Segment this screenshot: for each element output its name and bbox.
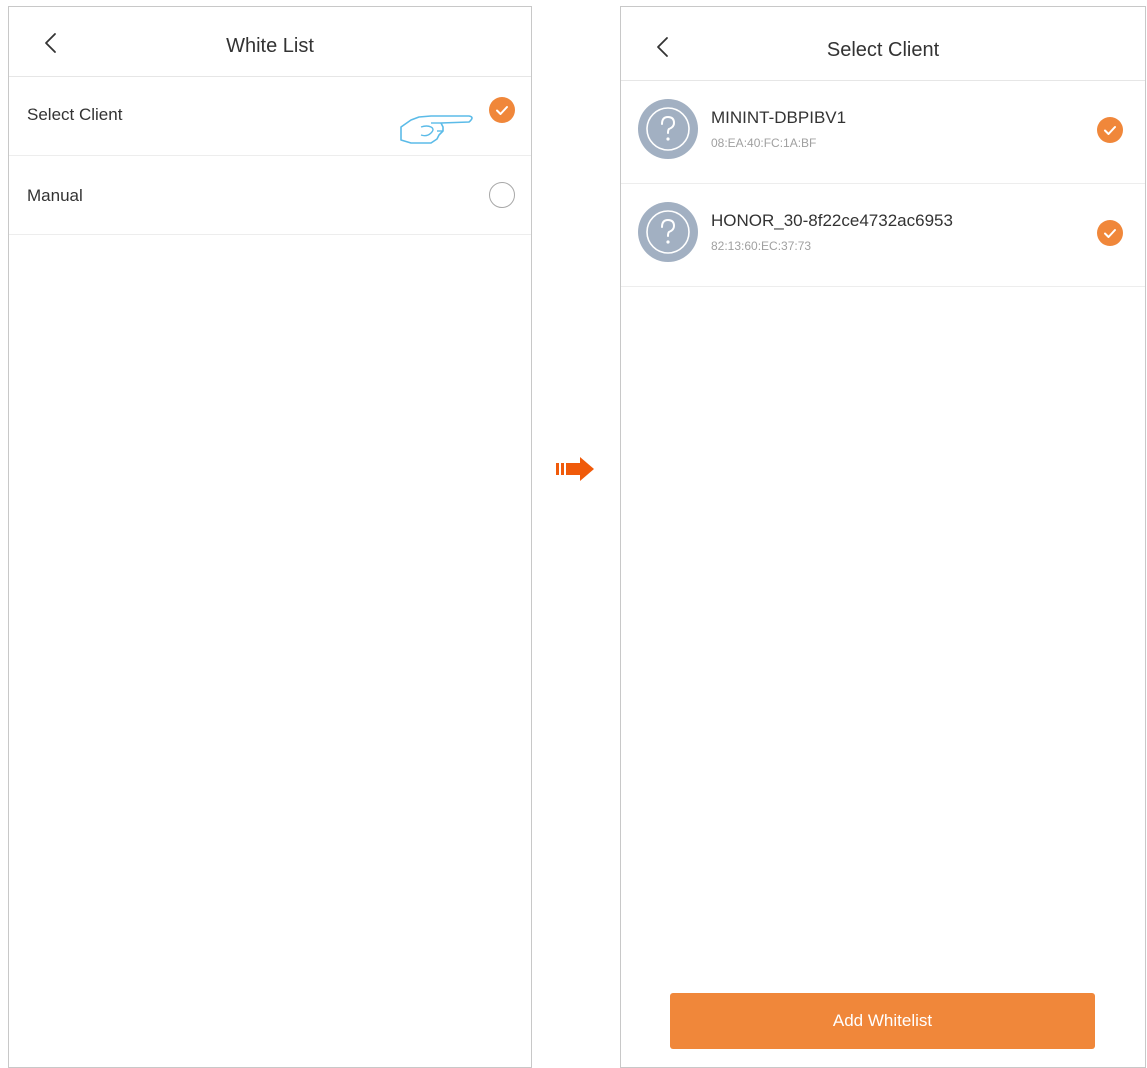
right-arrow-icon [556, 457, 594, 481]
page-title: White List [226, 35, 314, 57]
tutorial-canvas: White List Select Client Manual Select C… [0, 0, 1147, 1068]
select-client-screen: Select Client MININT-DBPIBV1 08:EA:40:FC… [620, 6, 1146, 1068]
checkmark-circle-icon[interactable] [1097, 220, 1123, 246]
page-title: Select Client [826, 39, 940, 61]
option-manual[interactable]: Manual [9, 156, 531, 235]
header: White List [9, 7, 531, 77]
client-item[interactable]: HONOR_30-8f22ce4732ac6953 82:13:60:EC:37… [621, 184, 1145, 287]
client-item[interactable]: MININT-DBPIBV1 08:EA:40:FC:1A:BF [621, 81, 1145, 184]
white-list-screen: White List Select Client Manual [8, 6, 532, 1068]
question-mark-icon [638, 99, 698, 159]
client-mac: 82:13:60:EC:37:73 [711, 239, 812, 253]
option-label: Manual [27, 186, 83, 205]
empty-circle-icon[interactable] [489, 182, 515, 208]
pointing-hand-icon [400, 115, 473, 144]
client-name: MININT-DBPIBV1 [711, 108, 847, 127]
option-label: Select Client [27, 105, 123, 124]
client-name: HONOR_30-8f22ce4732ac6953 [711, 211, 953, 230]
add-whitelist-button[interactable]: Add Whitelist [670, 993, 1095, 1049]
question-mark-icon [638, 202, 698, 262]
client-mac: 08:EA:40:FC:1A:BF [711, 136, 817, 150]
header: Select Client [621, 7, 1145, 81]
checkmark-circle-icon[interactable] [1097, 117, 1123, 143]
checkmark-circle-icon[interactable] [489, 97, 515, 123]
